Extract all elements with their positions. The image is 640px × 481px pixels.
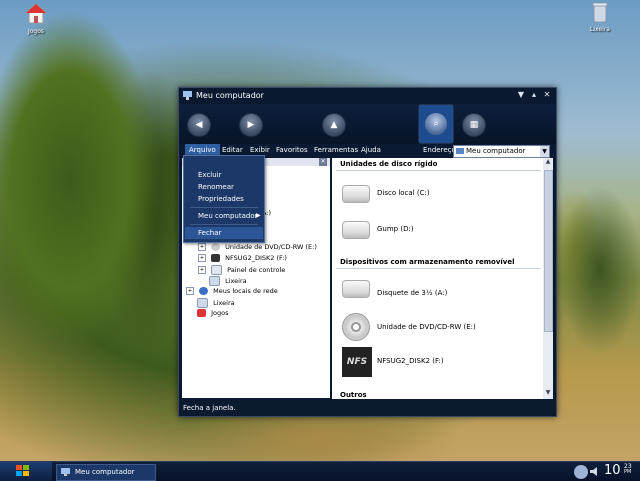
group-header: Outros (340, 391, 367, 399)
group-header: Dispositivos com armazenamento removível (340, 258, 515, 266)
views-button[interactable]: ▦ (462, 113, 486, 137)
cd-icon (342, 313, 370, 341)
clock[interactable]: 10 23 PM (604, 463, 632, 478)
search-icon: ⌕ (433, 119, 439, 129)
windows-logo-icon (16, 465, 30, 477)
hard-disk-icon (342, 181, 370, 203)
chevron-down-icon[interactable]: ▼ (540, 146, 549, 157)
computer-icon (456, 148, 464, 154)
tree-item-control-panel[interactable]: + Painel de controle (198, 265, 285, 275)
tree-item-recycle-bin[interactable]: Lixeira (209, 276, 247, 286)
hard-disk-icon (342, 217, 370, 239)
maximize-button[interactable]: ▴ (529, 90, 539, 100)
games-icon (197, 309, 206, 317)
nfs-disc-icon: NFS (342, 347, 372, 377)
forward-button[interactable]: ▶ (239, 113, 263, 137)
menu-exibir[interactable]: Exibir (250, 146, 270, 154)
menu-item-renomear[interactable]: Renomear (198, 183, 234, 191)
computer-icon (183, 91, 192, 100)
network-icon (199, 287, 209, 295)
menu-favoritos[interactable]: Favoritos (276, 146, 308, 154)
tree-item-recycle-bin-2[interactable]: Lixeira (197, 298, 235, 308)
control-panel-icon (211, 265, 223, 275)
address-field[interactable]: Meu computador ▼ (453, 145, 550, 158)
taskbar: Meu computador 10 23 PM (0, 461, 640, 481)
menu-item-propriedades[interactable]: Propriedades (198, 195, 244, 203)
title-bar[interactable]: Meu computador ▼ ▴ ✕ (179, 88, 556, 104)
arrow-left-icon: ◀ (195, 120, 203, 130)
recycle-bin-icon (209, 276, 220, 286)
dvd-drive-icon (211, 243, 221, 251)
up-button[interactable]: ▲ (322, 113, 346, 137)
menu-ferramentas[interactable]: Ferramentas (314, 146, 358, 154)
toolbar: ◀ ▶ ▲ ⌕ ▦ (179, 104, 556, 144)
file-menu-dropdown: Excluir Renomear Propriedades Meu comput… (183, 155, 265, 243)
status-bar: Fecha a janela. (179, 402, 556, 415)
tree-item-dvd[interactable]: + Unidade de DVD/CD-RW (E:) (198, 243, 317, 251)
expand-icon[interactable]: + (198, 254, 206, 262)
scroll-thumb[interactable] (544, 170, 553, 332)
arrow-up-icon: ▲ (330, 120, 338, 130)
search-button[interactable]: ⌕ (418, 104, 454, 144)
menu-item-excluir[interactable]: Excluir (198, 171, 222, 179)
menu-separator (190, 207, 258, 208)
floppy-drive-icon (342, 276, 370, 298)
arrow-right-icon: ▶ (247, 120, 255, 130)
scroll-up-icon[interactable]: ▲ (543, 158, 553, 167)
expand-icon[interactable]: + (186, 287, 194, 295)
back-button[interactable]: ◀ (187, 113, 211, 137)
expand-icon[interactable]: + (198, 266, 206, 274)
recycle-bin-icon (197, 298, 208, 308)
group-header: Unidades de disco rígido (340, 160, 438, 168)
divider (336, 170, 541, 171)
close-button[interactable]: ✕ (542, 90, 552, 100)
desktop-icon-games[interactable]: Jogos (16, 2, 56, 35)
scroll-down-icon[interactable]: ▼ (543, 389, 553, 398)
computer-icon (61, 468, 70, 476)
menu-item-fechar[interactable]: Fechar (198, 229, 221, 237)
window-title: Meu computador (196, 91, 264, 100)
tray-network-icon[interactable] (574, 465, 588, 479)
recycle-bin-icon (588, 0, 612, 24)
menu-item-meu-computador[interactable]: Meu computador (198, 212, 257, 220)
scrollbar[interactable]: ▲ ▼ (543, 158, 553, 399)
address-value: Meu computador (466, 147, 526, 155)
tray-volume-icon[interactable] (590, 466, 600, 477)
taskbar-button-my-computer[interactable]: Meu computador (56, 464, 156, 481)
menu-highlight (185, 227, 263, 239)
games-icon (24, 2, 48, 26)
clock-ampm: PM (624, 469, 632, 475)
clock-hour: 10 (604, 463, 621, 478)
menu-separator (190, 224, 258, 225)
minimize-button[interactable]: ▼ (516, 90, 526, 100)
content-pane: Unidades de disco rígido Disco local (C:… (332, 158, 543, 399)
address-label: Endereço (423, 146, 456, 154)
desktop-icon-recycle-bin[interactable]: Lixeira (580, 0, 620, 33)
views-icon: ▦ (469, 120, 479, 130)
menu-editar[interactable]: Editar (222, 146, 243, 154)
desktop-icon-label: Jogos (27, 28, 45, 35)
divider (336, 268, 541, 269)
expand-icon[interactable]: + (198, 243, 206, 251)
tree-item-nfs[interactable]: + NFSUG2_DISK2 (F:) (198, 254, 287, 262)
close-icon[interactable]: ✕ (319, 158, 327, 166)
nfs-disc-icon (211, 254, 221, 262)
start-button[interactable] (0, 462, 52, 481)
desktop-icon-label: Lixeira (590, 26, 610, 33)
menu-ajuda[interactable]: Ajuda (361, 146, 381, 154)
status-text: Fecha a janela. (183, 404, 236, 412)
tree-item-games[interactable]: Jogos (197, 309, 228, 317)
submenu-arrow-icon: ▶ (256, 212, 261, 219)
explorer-window: Meu computador ▼ ▴ ✕ ◀ ▶ ▲ ⌕ ▦ Arquivo E… (178, 87, 557, 417)
tree-item-network[interactable]: + Meus locais de rede (186, 287, 278, 295)
taskbar-button-label: Meu computador (75, 468, 135, 476)
